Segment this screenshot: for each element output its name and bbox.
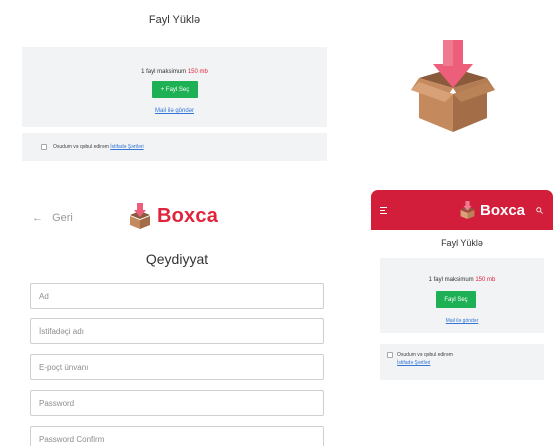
password-confirm-input[interactable] bbox=[30, 426, 324, 446]
register-title: Qeydiyyat bbox=[145, 251, 209, 267]
mobile-max-size-value: 150 mb bbox=[475, 277, 496, 283]
mobile-brand-name: Boxca bbox=[480, 201, 526, 219]
box-download-icon bbox=[411, 40, 495, 132]
max-size-value: 150 mb bbox=[187, 69, 208, 75]
brand-logo[interactable]: Boxca bbox=[128, 203, 218, 229]
hamburger-icon[interactable] bbox=[380, 207, 387, 216]
mobile-terms-panel: Oxudum və qəbul edirəm İstifadə Şərtləri bbox=[380, 344, 544, 380]
mobile-max-size-text: 1 fayl maksimum 150 mb bbox=[380, 277, 544, 283]
brand-name: Boxca bbox=[157, 204, 219, 227]
back-label: Geri bbox=[52, 212, 73, 224]
max-size-prefix: 1 fayl maksimum bbox=[141, 69, 187, 75]
send-by-mail-link[interactable]: Mail ilə göndər bbox=[22, 108, 327, 114]
terms-link[interactable]: İstifadə Şərtləri bbox=[110, 144, 143, 150]
choose-file-button[interactable]: + Fayl Seç bbox=[152, 81, 198, 98]
search-icon[interactable] bbox=[536, 207, 543, 214]
terms-checkbox[interactable] bbox=[41, 144, 47, 150]
mobile-view: Boxca Fayl Yüklə 1 fayl maksimum 150 mb … bbox=[371, 190, 553, 446]
mobile-brand-logo[interactable]: Boxca bbox=[459, 201, 525, 219]
email-input[interactable] bbox=[30, 354, 324, 380]
upload-panel: 1 fayl maksimum 150 mb + Fayl Seç Mail i… bbox=[22, 47, 327, 127]
mobile-terms-checkbox[interactable] bbox=[387, 352, 393, 358]
name-input[interactable] bbox=[30, 283, 324, 309]
mobile-max-size-prefix: 1 fayl maksimum bbox=[428, 277, 474, 283]
mobile-send-by-mail-link[interactable]: Mail ilə göndər bbox=[380, 318, 544, 324]
terms-prefix: Oxudum və qəbul edirəm bbox=[53, 144, 109, 150]
mobile-terms-prefix: Oxudum və qəbul edirəm bbox=[397, 352, 453, 358]
username-input[interactable] bbox=[30, 318, 324, 344]
password-input[interactable] bbox=[30, 390, 324, 416]
mobile-upload-panel: 1 fayl maksimum 150 mb Fayl Seç Mail ilə… bbox=[380, 258, 544, 333]
max-size-text: 1 fayl maksimum 150 mb bbox=[22, 69, 327, 75]
terms-text: Oxudum və qəbul edirəm İstifadə Şərtləri bbox=[53, 144, 144, 150]
mobile-header: Boxca bbox=[371, 190, 553, 230]
arrow-left-icon: ← bbox=[32, 212, 43, 224]
mobile-terms-link[interactable]: İstifadə Şərtləri bbox=[397, 360, 430, 366]
upload-title: Fayl Yüklə bbox=[148, 14, 201, 26]
box-logo-icon bbox=[460, 201, 475, 219]
mobile-choose-file-button[interactable]: Fayl Seç bbox=[436, 291, 476, 308]
terms-panel: Oxudum və qəbul edirəm İstifadə Şərtləri bbox=[22, 133, 327, 161]
mobile-upload-title: Fayl Yüklə bbox=[441, 238, 483, 248]
back-link[interactable]: ← Geri bbox=[32, 212, 73, 224]
box-logo-icon bbox=[130, 203, 150, 229]
